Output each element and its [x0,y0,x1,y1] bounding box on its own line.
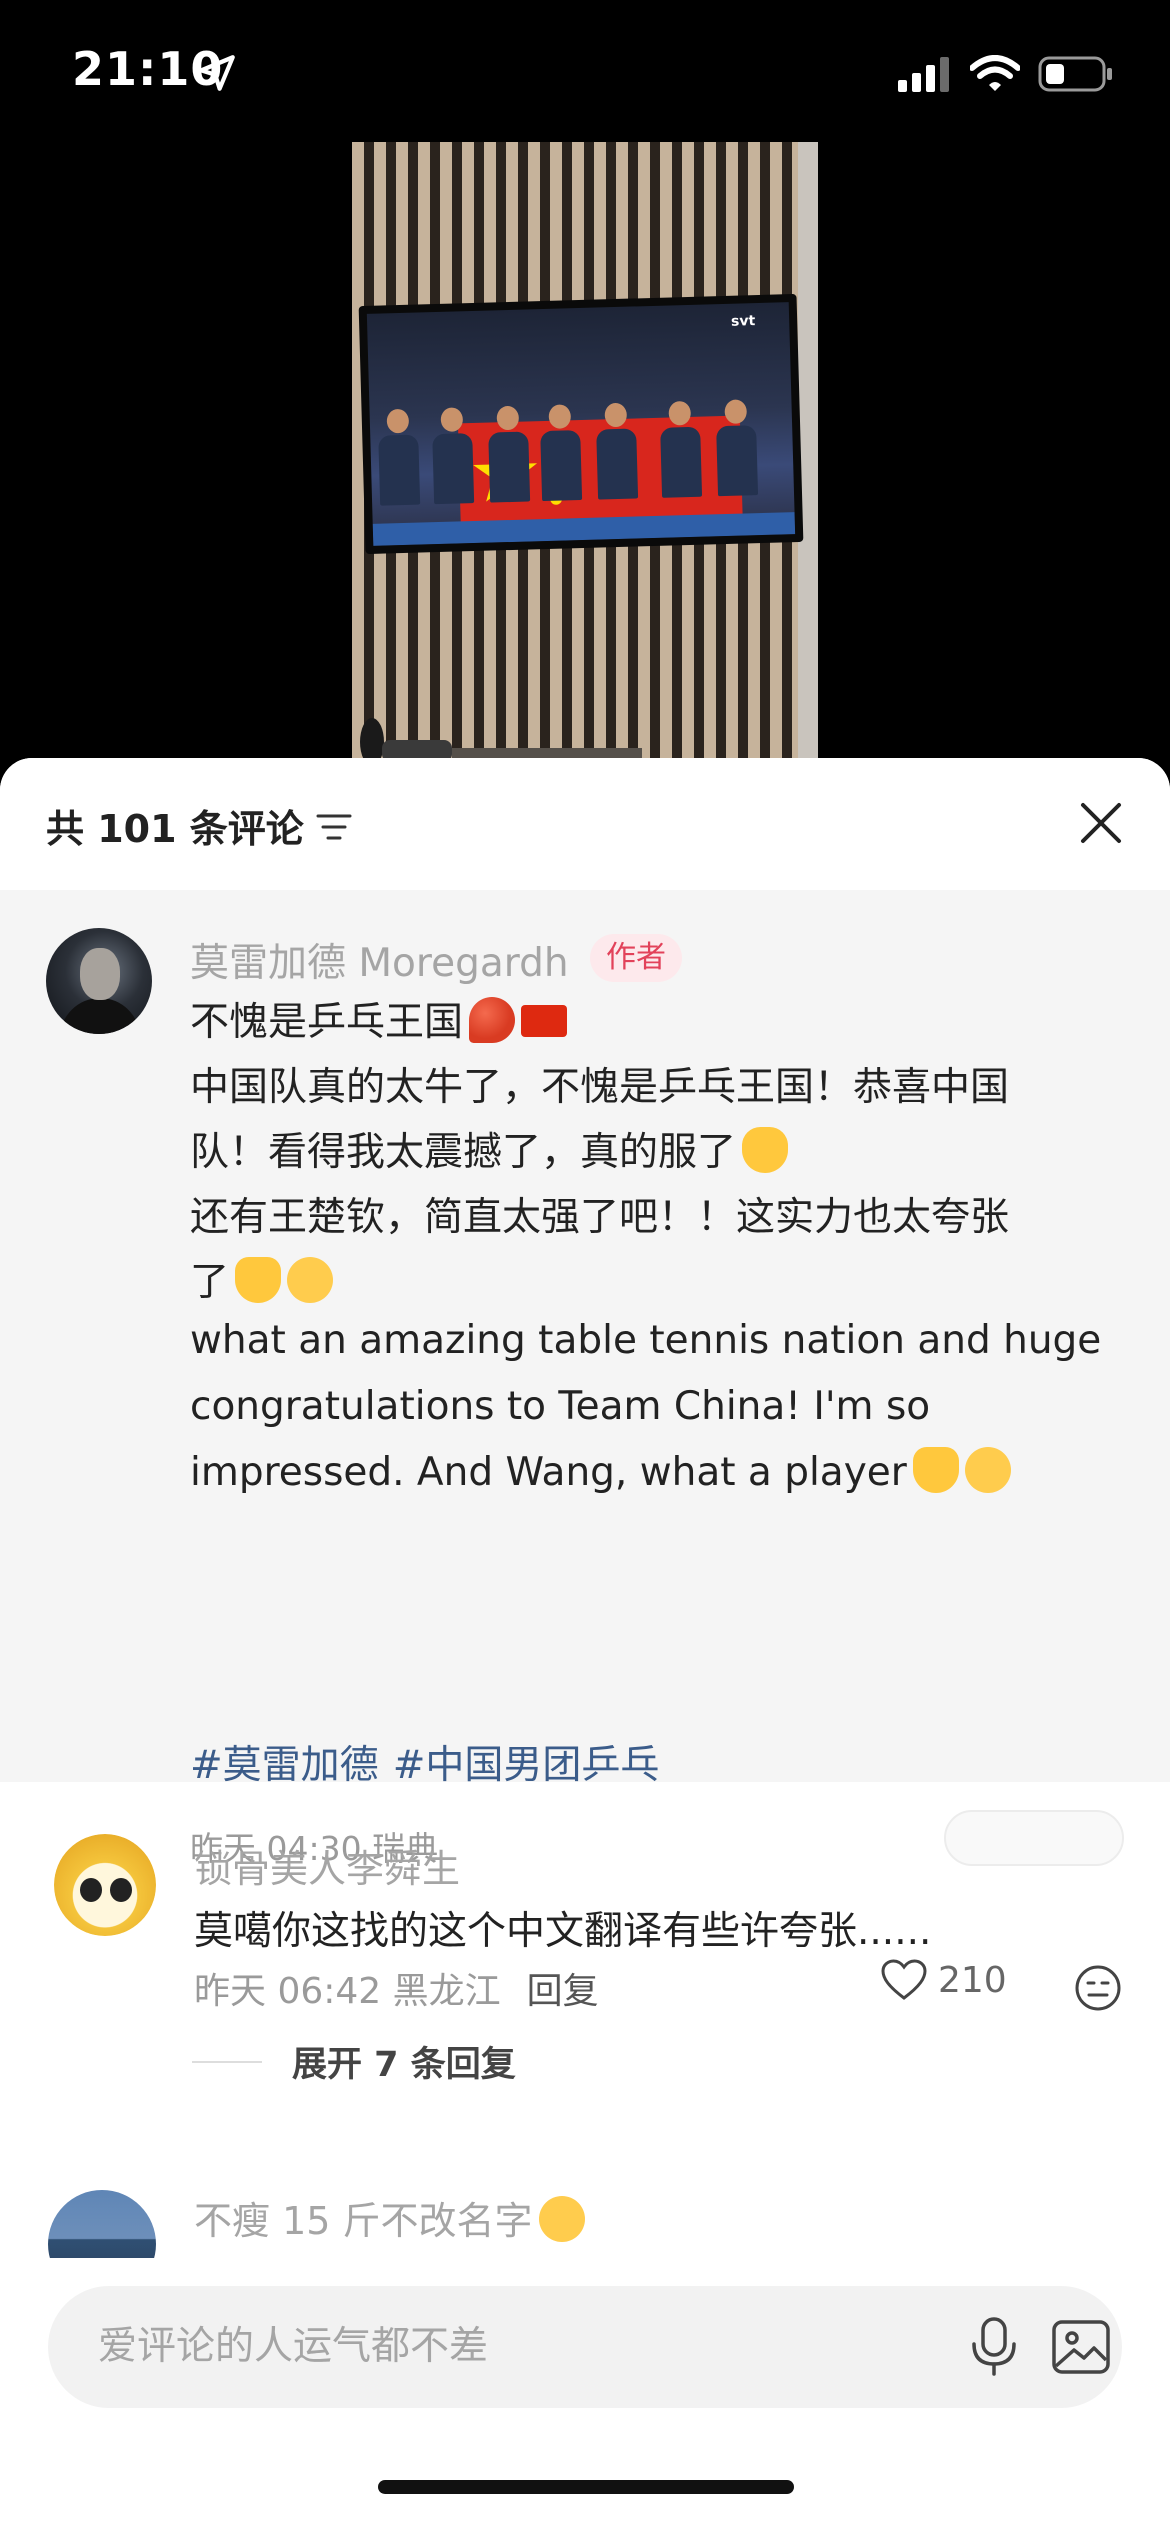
party-face-emoji-icon [964,1447,1011,1493]
laughing-emoji-icon [538,2196,585,2242]
battery-icon [1038,56,1112,92]
player-figure [539,404,583,502]
comment-input[interactable] [98,2316,918,2376]
ping-pong-emoji-icon [469,997,516,1043]
comment-text-english: what an amazing table tennis nation and … [190,1308,1110,1506]
comment-input-bar [0,2258,1170,2532]
expand-replies-button[interactable]: 展开 7 条回复 [192,2036,516,2087]
comments-sheet: 共 101 条评论 莫雷加德 Moregardh 作者 不愧是乒乓王国 中国队真… [0,758,1170,2532]
hashtag-link[interactable]: #中国男团乒乓 [393,1743,660,1788]
comment-username[interactable]: 锁骨美人李舜生 [194,1838,460,1893]
broadcaster-logo: svt [730,313,756,330]
author-avatar[interactable] [46,928,152,1034]
party-face-emoji-icon [287,1257,334,1303]
tv-broadcast: svt [366,302,796,546]
comment-input-box[interactable] [48,2286,1122,2408]
image-icon[interactable] [1050,2316,1112,2378]
home-indicator[interactable] [378,2480,794,2494]
tv-screen-image: svt [358,293,804,555]
raising-hands-emoji-icon [912,1447,959,1493]
comment-line: 队！看得我太震撼了，真的服了 [190,1120,1110,1185]
comment-line: what an amazing table tennis nation and … [190,1318,1102,1363]
comment-line: 不愧是乒乓王国 [190,990,1110,1055]
player-figure [659,400,703,498]
hashtags: #莫雷加德 #中国男团乒乓 [190,1734,673,1790]
comments-count-title: 共 101 条评论 [46,807,304,851]
hashtag-link[interactable]: #莫雷加德 [190,1743,379,1788]
comment-text: 莫噶你这找的这个中文翻译有些许夸张...... [194,1909,932,1954]
player-figure [715,399,759,497]
wifi-icon [970,55,1020,91]
player-figure [378,408,421,506]
status-bar: 21:10 [0,0,1170,140]
expand-replies-label: 展开 7 条回复 [292,2045,516,2085]
comment-username[interactable]: 不瘦 15 斤不改名字 [194,2190,585,2245]
comment-line: 了 [190,1250,1110,1315]
filter-icon[interactable] [316,812,352,842]
comments-header: 共 101 条评论 [0,758,1170,890]
author-badge: 作者 [590,934,682,982]
mic-icon[interactable] [966,2316,1022,2378]
table-image [372,512,796,546]
like-button[interactable]: 210 [880,1958,1007,2002]
comment-time-location: 昨天 06:42 黑龙江 [194,1971,501,2012]
comment-line: 还有王楚钦，简直太强了吧！！这实力也太夸张 [190,1195,1010,1240]
raising-hands-emoji-icon [235,1257,282,1303]
post-photo[interactable]: svt [352,142,818,762]
player-figure [595,402,639,500]
clapping-emoji-icon [742,1127,789,1173]
faded-action-pill [944,1810,1124,1866]
signal-icon [898,57,949,92]
emoji-icon[interactable] [1074,1964,1122,2012]
status-indicators [898,52,1114,96]
comment-line: congratulations to Team China! I'm so [190,1384,931,1429]
comment-meta: 昨天 06:42 黑龙江 回复 [194,1962,599,2014]
floor-objects [360,718,642,762]
heart-icon [881,1959,927,2000]
player-figure [487,405,531,503]
comment-line: impressed. And Wang, what a player [190,1440,1110,1506]
pinned-author-comment: 莫雷加德 Moregardh 作者 不愧是乒乓王国 中国队真的太牛了，不愧是乒乓… [0,890,1170,1868]
author-name[interactable]: 莫雷加德 Moregardh [190,932,569,988]
divider [192,2060,262,2063]
user-avatar[interactable] [54,1834,156,1936]
location-arrow-icon [199,55,235,91]
reply-button[interactable]: 回复 [527,1971,599,2012]
photo-wall-edge [798,142,818,762]
comment-text-chinese: 不愧是乒乓王国 中国队真的太牛了，不愧是乒乓王国！恭喜中国 队！看得我太震撼了，… [190,990,1110,1315]
china-flag-emoji-icon [521,1005,568,1037]
comment-line: 中国队真的太牛了，不愧是乒乓王国！恭喜中国 [190,1065,1010,1110]
player-figure [431,407,475,505]
like-count: 210 [938,1959,1007,2001]
close-icon[interactable] [1076,798,1126,848]
